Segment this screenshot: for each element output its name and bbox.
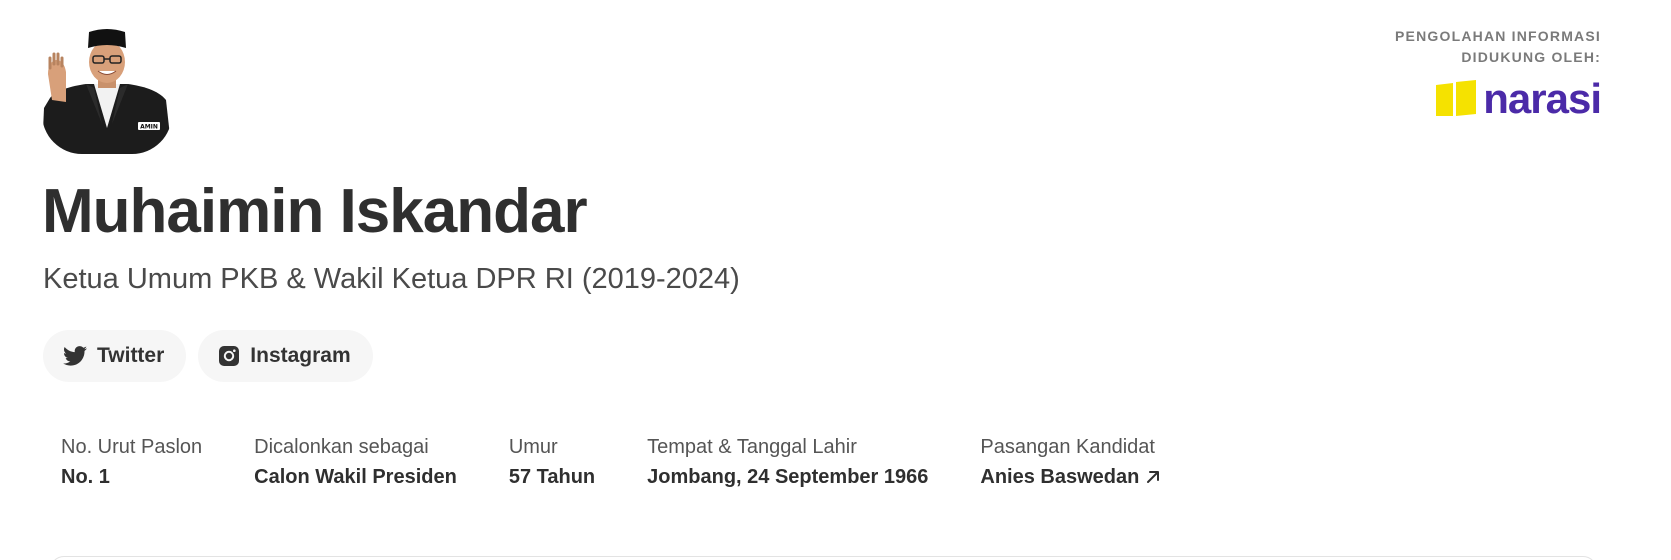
twitter-button-label: Twitter xyxy=(97,344,165,367)
running-mate-name: Anies Baswedan xyxy=(980,466,1140,488)
avatar-badge-text: AMIN xyxy=(140,124,158,131)
candidate-info-row: No. Urut Paslon No. 1 Dicalonkan sebagai… xyxy=(61,432,1213,492)
instagram-icon xyxy=(218,345,240,367)
candidate-name: Muhaimin Iskandar xyxy=(42,177,588,246)
info-label: Umur xyxy=(508,436,558,458)
narasi-logo-text: narasi xyxy=(1483,75,1602,122)
candidate-avatar: AMIN xyxy=(42,28,172,154)
info-label: Dicalonkan sebagai xyxy=(254,436,429,458)
narasi-logo[interactable]: narasi xyxy=(1435,75,1602,122)
info-label: No. Urut Paslon xyxy=(61,436,203,458)
arrow-up-right-icon xyxy=(1147,471,1160,483)
info-value: Jombang, 24 September 1966 xyxy=(647,466,929,488)
info-item-running-mate: Pasangan Kandidat Anies Baswedan xyxy=(980,432,1161,492)
sponsor-block: PENGOLAHAN INFORMASI DIDUKUNG OLEH: nara… xyxy=(1395,26,1602,123)
info-item-nominated-as: Dicalonkan sebagai Calon Wakil Presiden xyxy=(254,432,457,492)
info-label: Pasangan Kandidat xyxy=(980,436,1155,458)
content-card-top-edge xyxy=(50,556,1597,560)
info-value: No. 1 xyxy=(61,466,110,488)
running-mate-link[interactable]: Anies Baswedan xyxy=(980,462,1161,492)
sponsor-caption-line-1: PENGOLAHAN INFORMASI xyxy=(1395,28,1601,44)
candidate-title: Ketua Umum PKB & Wakil Ketua DPR RI (201… xyxy=(43,263,740,295)
info-value: 57 Tahun xyxy=(508,466,596,488)
info-label: Tempat & Tanggal Lahir xyxy=(647,436,857,458)
sponsor-caption-line-2: DIDUKUNG OLEH: xyxy=(1461,49,1601,65)
narasi-logo-mark-icon xyxy=(1436,80,1477,116)
instagram-button[interactable]: Instagram xyxy=(198,330,373,382)
info-item-birth: Tempat & Tanggal Lahir Jombang, 24 Septe… xyxy=(647,432,928,492)
social-links: Twitter Instagram xyxy=(43,330,373,382)
twitter-icon xyxy=(63,346,87,366)
instagram-button-label: Instagram xyxy=(250,344,351,367)
info-item-ballot-number: No. Urut Paslon No. 1 xyxy=(61,432,202,492)
twitter-button[interactable]: Twitter xyxy=(43,330,187,382)
info-value: Calon Wakil Presiden xyxy=(254,466,457,488)
candidate-profile-page: AMIN PENGOLAHAN INFORMASI DIDUKUNG OLEH:… xyxy=(0,0,1671,560)
info-item-age: Umur 57 Tahun xyxy=(509,432,595,492)
